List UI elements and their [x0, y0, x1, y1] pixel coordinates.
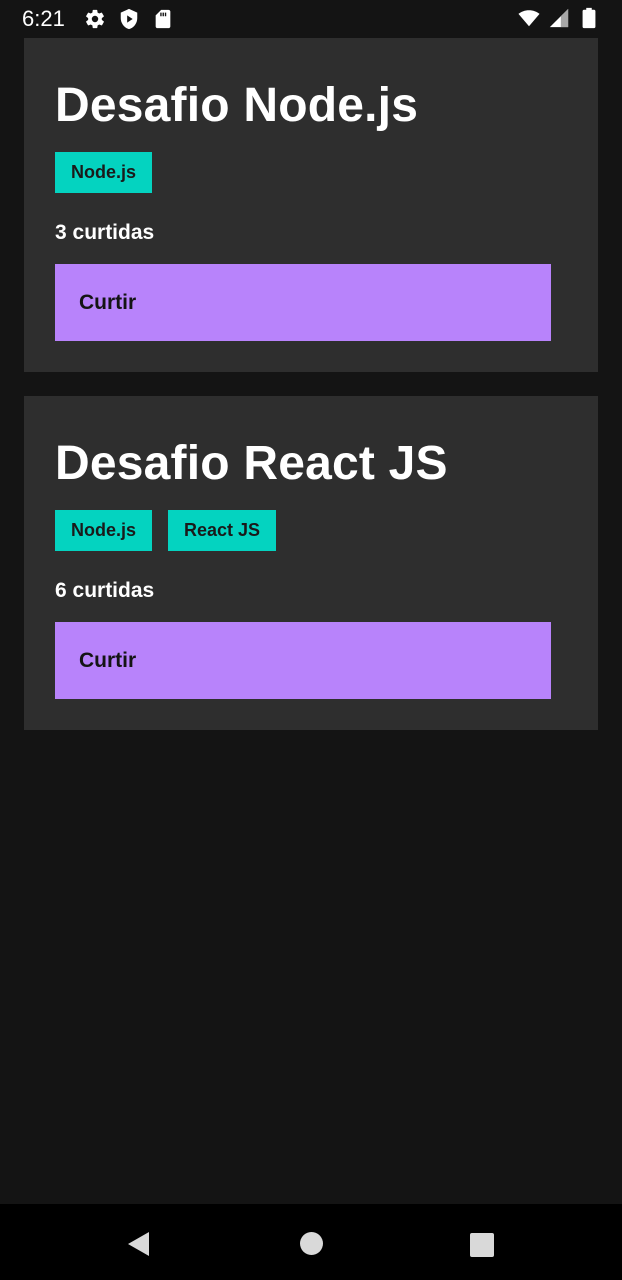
tech-badge: Node.js — [55, 510, 153, 551]
repository-list: Desafio Node.js Node.js 3 curtidas Curti… — [24, 38, 598, 754]
shield-icon — [120, 8, 138, 30]
wifi-icon — [518, 10, 540, 27]
home-icon[interactable] — [300, 1232, 323, 1255]
repository-card: Desafio Node.js Node.js 3 curtidas Curti… — [24, 38, 598, 372]
status-icons-right — [518, 7, 600, 29]
recents-icon[interactable] — [470, 1233, 494, 1257]
tech-badge: Node.js — [55, 152, 153, 193]
likes-counter: 6 curtidas — [55, 579, 155, 602]
status-bar: 6:21 — [0, 0, 622, 38]
like-button[interactable]: Curtir — [55, 264, 551, 341]
repository-title: Desafio React JS — [55, 437, 448, 490]
tech-badge: React JS — [168, 510, 277, 551]
likes-counter: 3 curtidas — [55, 221, 155, 244]
sd-card-icon — [155, 9, 171, 29]
gear-icon — [86, 9, 104, 29]
repository-title: Desafio Node.js — [55, 79, 419, 132]
back-icon[interactable] — [126, 1230, 150, 1258]
tech-list: Node.js React JS — [55, 510, 567, 551]
tech-list: Node.js — [55, 152, 567, 193]
status-icons-left — [84, 8, 174, 30]
signal-icon — [549, 8, 569, 28]
repository-card: Desafio React JS Node.js React JS 6 curt… — [24, 396, 598, 730]
navigation-bar — [0, 1204, 622, 1280]
battery-icon — [582, 7, 596, 29]
status-time: 6:21 — [22, 6, 65, 31]
like-button[interactable]: Curtir — [55, 622, 551, 699]
